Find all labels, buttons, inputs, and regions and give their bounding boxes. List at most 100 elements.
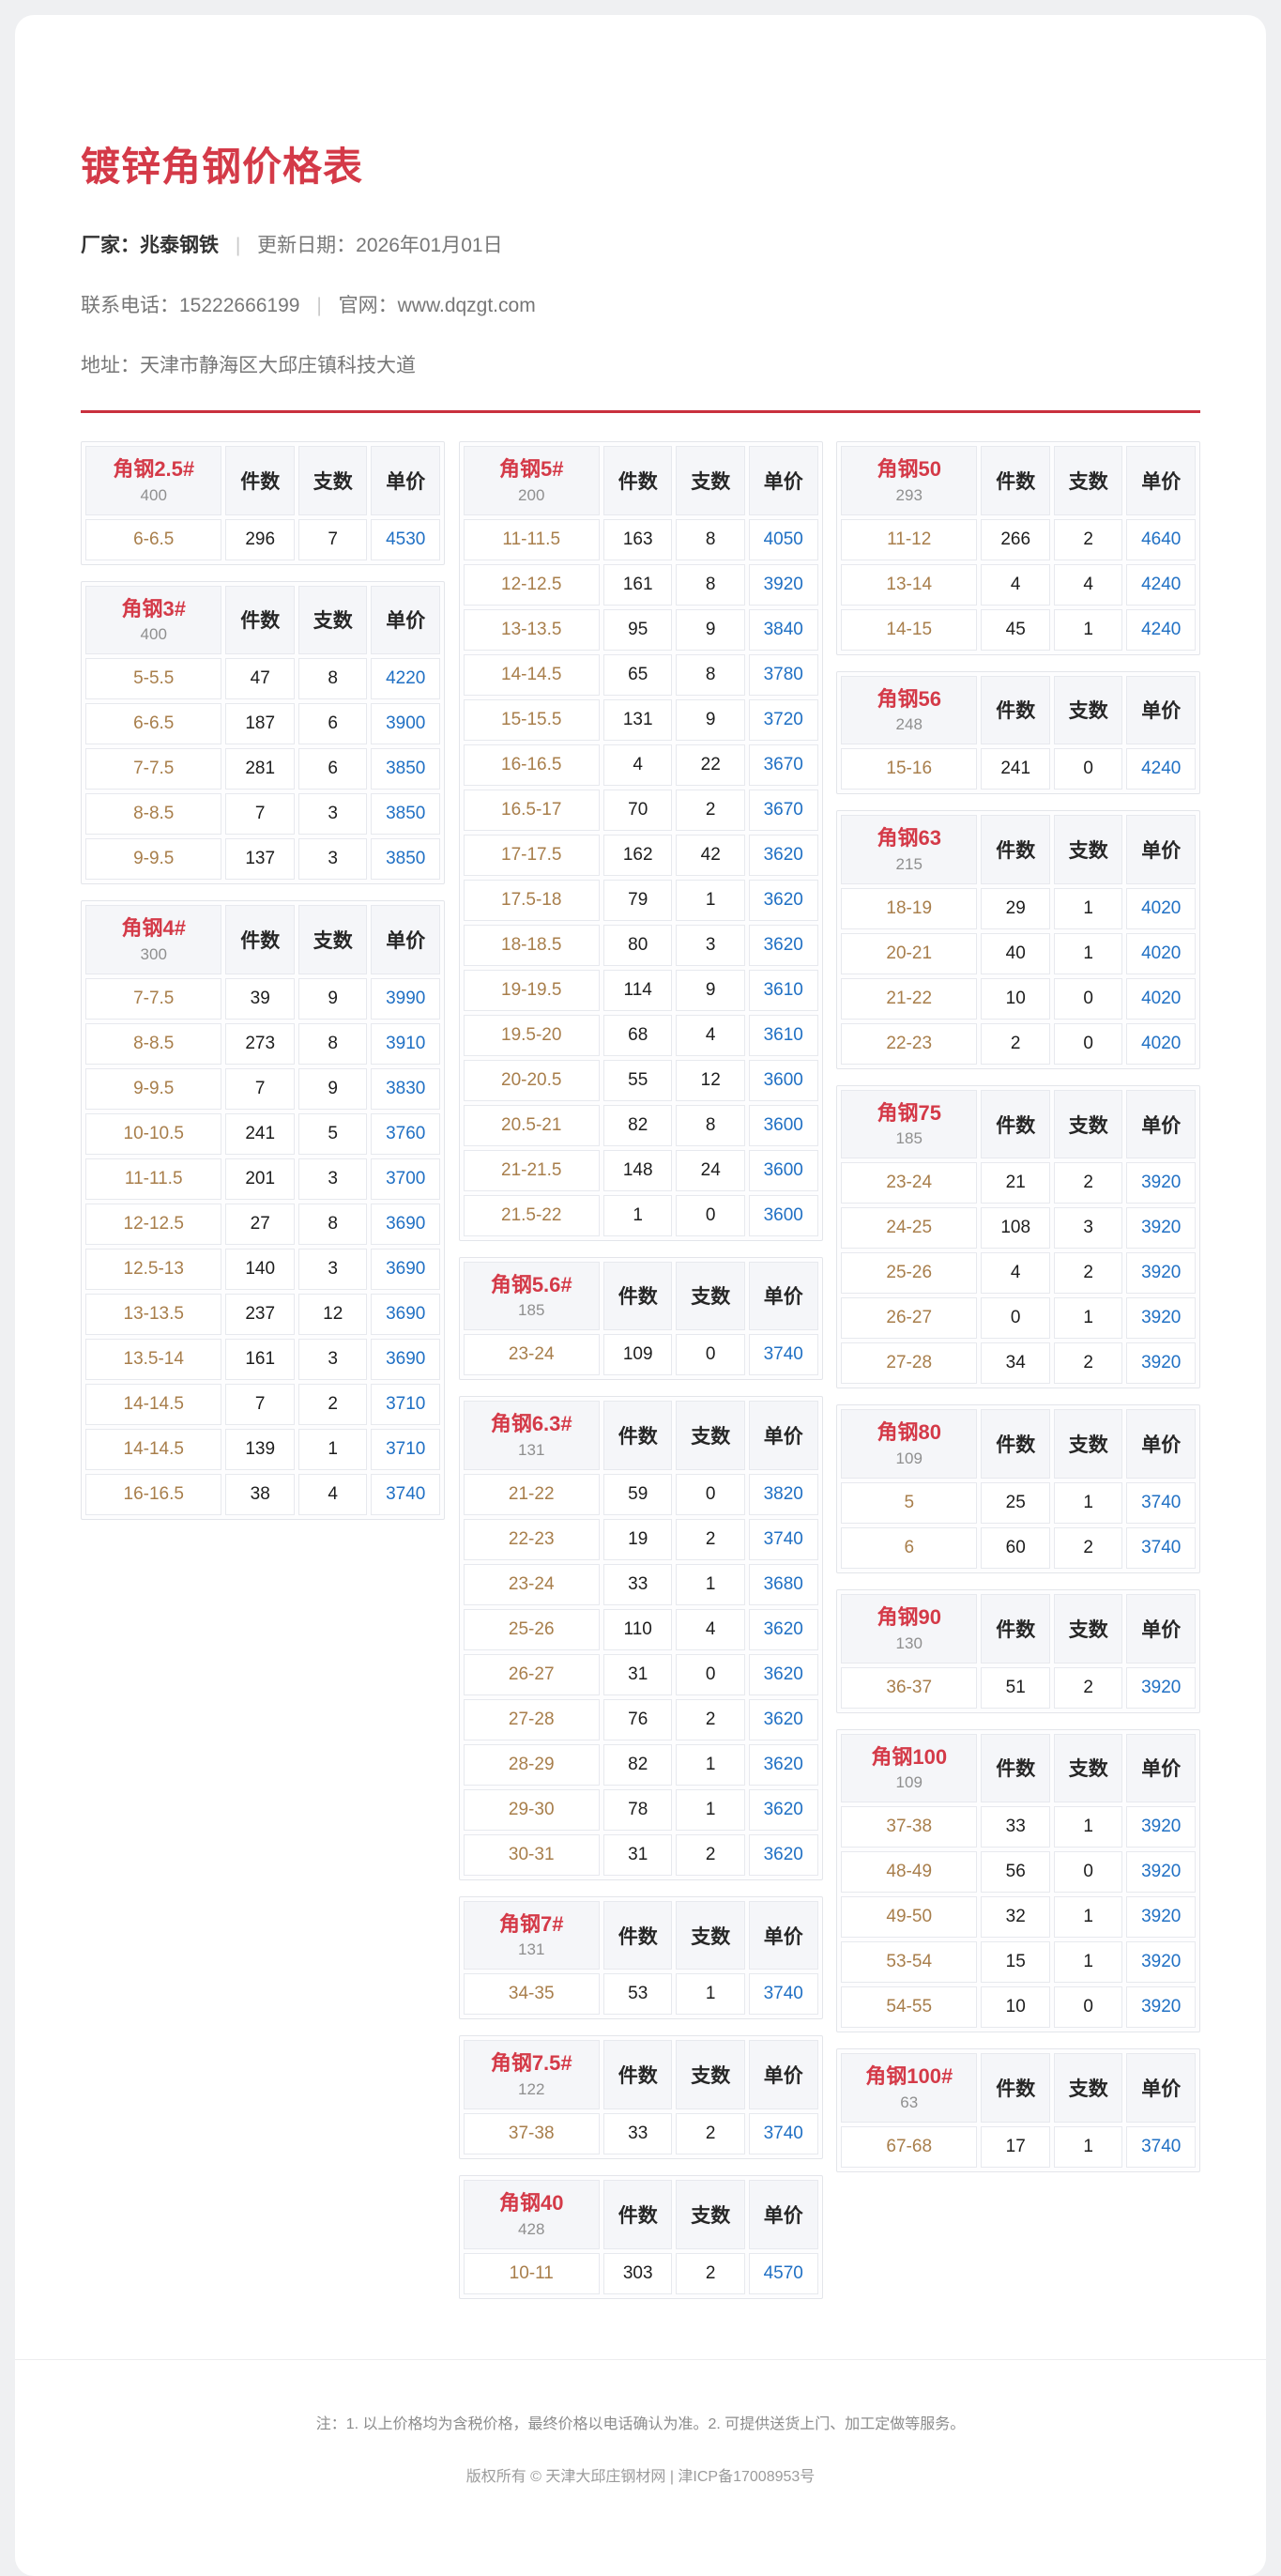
spec-cell: 20-20.5 bbox=[464, 1060, 600, 1101]
table-row: 14-154514240 bbox=[841, 609, 1196, 651]
bundles-cell: 2 bbox=[1054, 1252, 1123, 1294]
price-cell: 3620 bbox=[749, 1609, 818, 1650]
column-header: 支数 bbox=[298, 586, 368, 655]
table-row: 30-313123620 bbox=[464, 1834, 818, 1876]
table-name: 角钢6.3# bbox=[468, 1411, 595, 1438]
price-cell: 3920 bbox=[1126, 1851, 1196, 1893]
price-cell: 3920 bbox=[1126, 1986, 1196, 2028]
bundles-cell: 9 bbox=[676, 699, 745, 741]
spec-cell: 15-15.5 bbox=[464, 699, 600, 741]
spec-cell: 16-16.5 bbox=[85, 1474, 221, 1515]
table-row: 37-383313920 bbox=[841, 1806, 1196, 1848]
bundles-cell: 0 bbox=[1054, 1023, 1123, 1065]
bundles-cell: 4 bbox=[676, 1015, 745, 1056]
bundles-cell: 3 bbox=[298, 838, 368, 880]
pieces-cell: 161 bbox=[225, 1339, 295, 1380]
price-cell: 3600 bbox=[749, 1105, 818, 1146]
spec-cell: 25-26 bbox=[841, 1252, 977, 1294]
pieces-cell: 25 bbox=[981, 1482, 1050, 1524]
price-cell: 3760 bbox=[371, 1113, 440, 1155]
price-cell: 4020 bbox=[1126, 1023, 1196, 1065]
separator: | bbox=[236, 235, 240, 256]
spec-cell: 21.5-22 bbox=[464, 1195, 600, 1236]
table-stock: 293 bbox=[846, 486, 972, 505]
column-header: 单价 bbox=[1126, 446, 1196, 515]
spec-cell: 34-35 bbox=[464, 1973, 600, 2015]
pieces-cell: 163 bbox=[603, 519, 673, 560]
spec-cell: 15-16 bbox=[841, 748, 977, 790]
pieces-cell: 56 bbox=[981, 1851, 1050, 1893]
price-cell: 3710 bbox=[371, 1429, 440, 1470]
table-head: 角钢7#131件数支数单价 bbox=[464, 1901, 818, 1970]
spec-cell: 6-6.5 bbox=[85, 703, 221, 744]
price-cell: 3700 bbox=[371, 1158, 440, 1200]
manufacturer-label: 厂家：兆泰钢铁 bbox=[81, 235, 219, 256]
column-header: 单价 bbox=[371, 586, 440, 655]
spec-cell: 48-49 bbox=[841, 1851, 977, 1893]
table-row: 21-221004020 bbox=[841, 978, 1196, 1020]
table-body: 10-1130324570 bbox=[464, 2253, 818, 2294]
pieces-cell: 303 bbox=[603, 2253, 673, 2294]
price-cell: 3920 bbox=[1126, 1806, 1196, 1848]
column-header: 件数 bbox=[981, 446, 1050, 515]
pieces-cell: 27 bbox=[225, 1204, 295, 1245]
bundles-cell: 12 bbox=[298, 1294, 368, 1335]
table-row: 16-16.53843740 bbox=[85, 1474, 440, 1515]
table-stock: 109 bbox=[846, 1773, 972, 1792]
pieces-cell: 33 bbox=[603, 1564, 673, 1605]
price-table: 角钢3#400件数支数单价5-5.547842206-6.5187639007-… bbox=[81, 581, 445, 885]
pieces-cell: 82 bbox=[603, 1105, 673, 1146]
spec-cell: 20.5-21 bbox=[464, 1105, 600, 1146]
price-cell: 3900 bbox=[371, 703, 440, 744]
bundles-cell: 2 bbox=[1054, 1527, 1123, 1569]
pieces-cell: 80 bbox=[603, 925, 673, 966]
table-title-cell: 角钢75185 bbox=[841, 1090, 977, 1159]
pieces-cell: 47 bbox=[225, 658, 295, 699]
table-row: 13-13.59593840 bbox=[464, 609, 818, 651]
table-head: 角钢90130件数支数单价 bbox=[841, 1594, 1196, 1664]
table-row: 24-2510833920 bbox=[841, 1207, 1196, 1249]
table-header-row: 角钢5#200件数支数单价 bbox=[464, 446, 818, 515]
price-cell: 3920 bbox=[1126, 1297, 1196, 1339]
pieces-cell: 2 bbox=[981, 1023, 1050, 1065]
price-cell: 3600 bbox=[749, 1060, 818, 1101]
table-head: 角钢3#400件数支数单价 bbox=[85, 586, 440, 655]
column-header: 单价 bbox=[749, 1901, 818, 1970]
table-row: 54-551003920 bbox=[841, 1986, 1196, 2028]
bundles-cell: 3 bbox=[1054, 1207, 1123, 1249]
table-row: 16-16.54223670 bbox=[464, 744, 818, 786]
bundles-cell: 6 bbox=[298, 703, 368, 744]
price-cell: 3920 bbox=[1126, 1162, 1196, 1204]
pieces-cell: 53 bbox=[603, 1973, 673, 2015]
table-row: 21-21.5148243600 bbox=[464, 1150, 818, 1191]
table-stock: 400 bbox=[90, 486, 217, 505]
pieces-cell: 139 bbox=[225, 1429, 295, 1470]
spec-cell: 13-14 bbox=[841, 564, 977, 606]
table-row: 25-26423920 bbox=[841, 1252, 1196, 1294]
price-cell: 3910 bbox=[371, 1023, 440, 1065]
pieces-cell: 65 bbox=[603, 654, 673, 696]
column-header: 支数 bbox=[298, 446, 368, 515]
spec-cell: 14-14.5 bbox=[85, 1429, 221, 1470]
column-header: 支数 bbox=[676, 2180, 745, 2249]
table-name: 角钢56 bbox=[846, 686, 972, 713]
table-row: 26-273103620 bbox=[464, 1654, 818, 1695]
pieces-cell: 108 bbox=[981, 1207, 1050, 1249]
table-body: 23-2410903740 bbox=[464, 1334, 818, 1375]
pieces-cell: 38 bbox=[225, 1474, 295, 1515]
column-header: 支数 bbox=[1054, 676, 1123, 745]
column-header: 件数 bbox=[603, 2180, 673, 2249]
pieces-cell: 4 bbox=[981, 1252, 1050, 1294]
table-stock: 185 bbox=[468, 1301, 595, 1320]
pieces-cell: 266 bbox=[981, 519, 1050, 560]
spec-cell: 22-23 bbox=[464, 1519, 600, 1560]
phone-text: 联系电话：15222666199 bbox=[81, 295, 299, 316]
price-cell: 3920 bbox=[1126, 1667, 1196, 1709]
bundles-cell: 3 bbox=[298, 793, 368, 835]
table-row: 25-2611043620 bbox=[464, 1609, 818, 1650]
pieces-cell: 60 bbox=[981, 1527, 1050, 1569]
table-title-cell: 角钢100#63 bbox=[841, 2053, 977, 2123]
table-head: 角钢5.6#185件数支数单价 bbox=[464, 1262, 818, 1331]
table-row: 21.5-22103600 bbox=[464, 1195, 818, 1236]
price-cell: 3740 bbox=[749, 1519, 818, 1560]
